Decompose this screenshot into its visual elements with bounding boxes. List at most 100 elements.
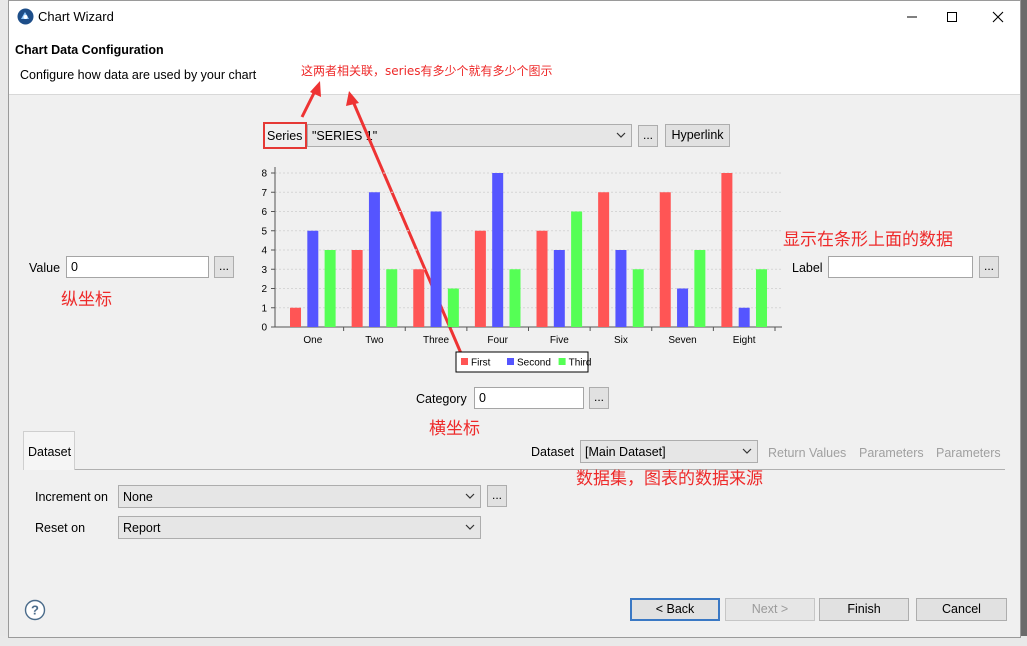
x-tick-label: Four — [487, 335, 508, 346]
page-title: Chart Data Configuration — [15, 43, 164, 57]
category-annotation: 横坐标 — [429, 419, 480, 439]
bar-first — [536, 230, 548, 327]
dataset-annotation: 数据集，图表的数据来源 — [576, 469, 763, 489]
label-input[interactable] — [828, 256, 973, 278]
increment-on-select[interactable]: None — [118, 485, 481, 508]
reset-on-label: Reset on — [35, 521, 86, 535]
bar-first — [290, 307, 302, 327]
dataset-select-value: [Main Dataset] — [585, 445, 666, 459]
background-window-edge — [0, 0, 8, 646]
y-tick-label: 6 — [261, 207, 267, 218]
tab-parameters-1[interactable]: Parameters — [859, 446, 924, 460]
bar-third — [571, 211, 583, 327]
close-icon — [992, 11, 1003, 22]
minimize-icon — [906, 16, 917, 17]
chevron-down-icon — [616, 132, 626, 138]
bar-second — [738, 307, 750, 327]
y-tick-label: 2 — [261, 284, 267, 295]
bar-first — [413, 269, 425, 327]
bar-second — [368, 192, 380, 327]
bar-second — [615, 250, 627, 327]
bar-second — [553, 250, 565, 327]
bar-first — [474, 230, 486, 327]
label-annotation: 显示在条形上面的数据 — [783, 230, 953, 250]
chevron-down-icon — [465, 493, 475, 499]
title-bar: Chart Wizard — [9, 1, 1020, 32]
bar-third — [447, 288, 459, 327]
bar-third — [755, 269, 767, 327]
legend-label: Third — [569, 358, 592, 369]
bar-chart: One Two Three Four Five Six Seven Eight 0 1 2 3 4 5 6… — [261, 167, 782, 373]
chart-legend: First Second Third — [455, 351, 592, 373]
y-tick-label: 4 — [261, 246, 267, 257]
minimize-button[interactable] — [889, 1, 934, 32]
window-title: Chart Wizard — [38, 9, 114, 24]
series-ellipsis-button[interactable]: ... — [638, 125, 658, 147]
label-label: Label — [792, 261, 823, 275]
bar-first — [659, 192, 671, 327]
category-input[interactable]: 0 — [474, 387, 584, 409]
category-label: Category — [416, 392, 467, 406]
bar-second — [677, 288, 689, 327]
close-button[interactable] — [975, 1, 1020, 32]
x-tick-label: Eight — [733, 335, 756, 346]
value-input[interactable]: 0 — [66, 256, 209, 278]
bar-third — [324, 250, 336, 327]
y-tick-label: 7 — [261, 188, 267, 199]
page-description: Configure how data are used by your char… — [20, 68, 257, 82]
reset-on-value: Report — [123, 521, 161, 535]
tab-parameters-2[interactable]: Parameters — [936, 446, 1001, 460]
x-tick-label: Six — [614, 335, 628, 346]
x-tick-label: Two — [365, 335, 384, 346]
bar-third — [694, 250, 706, 327]
maximize-button[interactable] — [929, 1, 974, 32]
tab-return-values[interactable]: Return Values — [768, 446, 846, 460]
reset-on-select[interactable]: Report — [118, 516, 481, 539]
label-ellipsis-button[interactable]: ... — [979, 256, 999, 278]
hyperlink-button[interactable]: Hyperlink — [665, 124, 730, 147]
help-icon[interactable]: ? — [24, 599, 46, 621]
dataset-label: Dataset — [531, 445, 575, 459]
dataset-select[interactable]: [Main Dataset] — [580, 440, 758, 463]
increment-ellipsis-button[interactable]: ... — [487, 485, 507, 507]
y-tick-label: 1 — [261, 303, 267, 314]
bar-first — [598, 192, 610, 327]
chevron-down-icon — [465, 524, 475, 530]
x-axis-labels: One Two Three Four Five Six Seven Eight — [303, 335, 755, 346]
bar-second — [307, 230, 319, 327]
y-tick-label: 0 — [261, 323, 267, 334]
bar-first — [721, 173, 733, 327]
increment-on-value: None — [123, 490, 153, 504]
tab-dataset[interactable]: Dataset — [23, 431, 75, 470]
legend-swatch — [461, 358, 468, 365]
y-tick-label: 8 — [261, 169, 267, 180]
value-label: Value — [29, 261, 61, 275]
category-ellipsis-button[interactable]: ... — [589, 387, 609, 409]
x-tick-label: One — [303, 335, 322, 346]
legend-label: Second — [517, 358, 551, 369]
x-tick-label: Three — [423, 335, 450, 346]
x-tick-label: Seven — [668, 335, 696, 346]
legend-label: First — [471, 358, 491, 369]
maximize-icon — [946, 11, 957, 22]
tab-dataset-label: Dataset — [28, 445, 72, 459]
next-button[interactable]: Next > — [725, 598, 815, 621]
cancel-button[interactable]: Cancel — [916, 598, 1007, 621]
app-icon — [17, 8, 34, 25]
bar-third — [386, 269, 398, 327]
svg-text:?: ? — [31, 603, 39, 618]
chart-wizard-dialog: Chart Wizard Chart Data Configuration Co… — [8, 0, 1021, 638]
legend-swatch — [507, 358, 514, 365]
chevron-down-icon — [742, 448, 752, 454]
increment-on-label: Increment on — [35, 490, 108, 504]
back-button[interactable]: < Back — [630, 598, 720, 621]
bar-second — [492, 173, 504, 327]
finish-button[interactable]: Finish — [819, 598, 909, 621]
value-ellipsis-button[interactable]: ... — [214, 256, 234, 278]
series-annotation: 这两者相关联，series有多少个就有多少个图示 — [301, 64, 553, 78]
tab-separator — [75, 469, 1005, 470]
bar-first — [351, 250, 363, 327]
legend-swatch — [558, 358, 566, 365]
x-tick-label: Five — [550, 335, 569, 346]
y-tick-label: 5 — [261, 226, 267, 237]
